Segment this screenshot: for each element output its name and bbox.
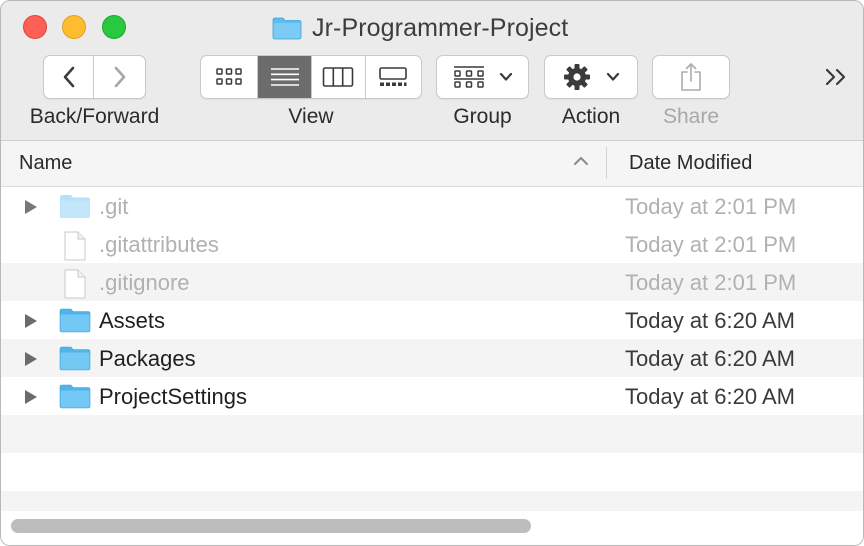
list-icon [270, 68, 299, 86]
disclosure-triangle-icon[interactable] [23, 199, 39, 215]
file-date: Today at 2:01 PM [625, 270, 797, 295]
folder-icon [60, 195, 90, 218]
gallery-icon [379, 67, 408, 86]
file-date: Today at 2:01 PM [625, 232, 797, 257]
file-name: .gitignore [99, 270, 190, 295]
action-label: Action [561, 105, 621, 128]
forward-button[interactable] [94, 56, 145, 98]
window-title: Jr-Programmer-Project [272, 13, 568, 43]
name-column-header[interactable]: Name [19, 152, 72, 175]
document-icon [64, 269, 86, 299]
file-row-git[interactable]: .git Today at 2:01 PM [1, 187, 863, 225]
column-divider[interactable] [606, 147, 607, 179]
view-mode-control [200, 55, 422, 99]
file-row-assets[interactable]: Assets Today at 6:20 AM [1, 301, 863, 339]
file-row-packages[interactable]: Packages Today at 6:20 AM [1, 339, 863, 377]
folder-icon [59, 384, 91, 409]
document-icon [64, 231, 86, 261]
file-date: Today at 6:20 AM [625, 308, 795, 333]
view-label: View [288, 105, 334, 128]
file-name: .git [99, 194, 129, 219]
file-date: Today at 2:01 PM [625, 194, 797, 219]
icon-view-button[interactable] [201, 56, 259, 98]
file-date: Today at 6:20 AM [625, 384, 795, 409]
file-list: .git Today at 2:01 PM .gitattributes Tod… [1, 187, 863, 529]
file-row-gitignore[interactable]: .gitignore Today at 2:01 PM [1, 263, 863, 301]
folder-icon [59, 346, 91, 371]
disclosure-triangle-icon[interactable] [23, 351, 39, 367]
toolbar-area: Jr-Programmer-Project Back/Forward View … [1, 1, 863, 141]
minimize-window-button[interactable] [62, 15, 86, 39]
group-icon [454, 66, 484, 88]
chevron-left-icon [63, 66, 74, 88]
double-chevron-right-icon [825, 68, 846, 86]
share-button[interactable] [652, 55, 730, 99]
file-name: Packages [99, 346, 196, 371]
group-button[interactable] [436, 55, 529, 99]
file-date: Today at 6:20 AM [625, 346, 795, 371]
horizontal-scrollbar[interactable] [1, 511, 863, 545]
scrollbar-thumb[interactable] [11, 519, 531, 533]
back-forward-control [43, 55, 146, 99]
action-button[interactable] [544, 55, 638, 99]
back-forward-label: Back/Forward [29, 105, 160, 128]
disclosure-triangle-icon[interactable] [23, 389, 39, 405]
share-icon [681, 63, 701, 91]
zoom-window-button[interactable] [102, 15, 126, 39]
column-view-button[interactable] [312, 56, 366, 98]
date-modified-column-header[interactable]: Date Modified [629, 152, 752, 175]
columns-icon [322, 67, 354, 87]
folder-icon [59, 308, 91, 333]
back-button[interactable] [44, 56, 95, 98]
list-view-button[interactable] [258, 56, 312, 98]
chevron-down-icon [606, 72, 620, 81]
toolbar-overflow-button[interactable] [819, 61, 855, 93]
group-label: Group [453, 105, 512, 128]
finder-window: Jr-Programmer-Project Back/Forward View … [0, 0, 864, 546]
chevron-down-icon [499, 72, 513, 81]
empty-row [1, 453, 863, 491]
grid-icon [216, 68, 242, 85]
gallery-view-button[interactable] [366, 56, 421, 98]
sort-ascending-icon[interactable] [573, 155, 589, 167]
file-name: .gitattributes [99, 232, 219, 257]
file-name: ProjectSettings [99, 384, 247, 409]
gear-icon [564, 64, 590, 90]
empty-row [1, 415, 863, 453]
share-label: Share [662, 105, 720, 128]
disclosure-triangle-icon[interactable] [23, 313, 39, 329]
folder-icon [272, 17, 302, 40]
file-row-projectsettings[interactable]: ProjectSettings Today at 6:20 AM [1, 377, 863, 415]
chevron-right-icon [114, 66, 125, 88]
column-header: Name Date Modified [1, 141, 863, 187]
file-name: Assets [99, 308, 166, 333]
close-window-button[interactable] [23, 15, 47, 39]
window-title-text: Jr-Programmer-Project [312, 13, 569, 42]
file-row-gitattributes[interactable]: .gitattributes Today at 2:01 PM [1, 225, 863, 263]
